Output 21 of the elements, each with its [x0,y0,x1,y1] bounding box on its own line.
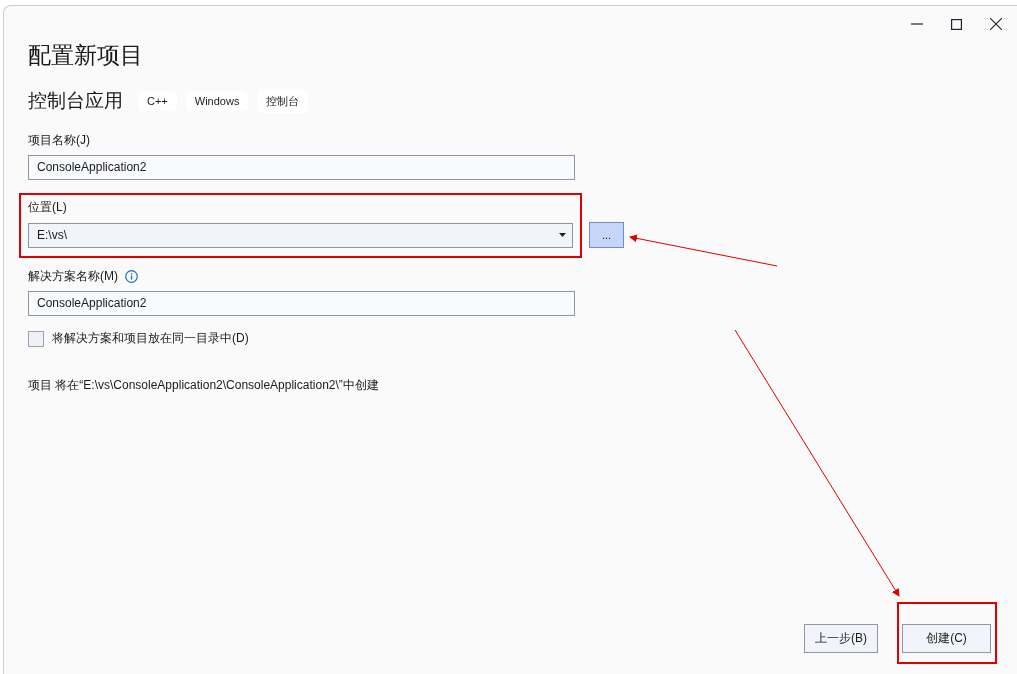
checkbox-label: 将解决方案和项目放在同一目录中(D) [52,330,249,347]
summary-text: 项目 将在“E:\vs\ConsoleApplication2\ConsoleApplication2\”中创建 [28,377,380,394]
back-button[interactable]: 上一步(B) [804,624,878,653]
dialog-title: 配置新项目 [28,41,144,70]
checkbox[interactable] [28,330,44,347]
tag: 控制台 [257,89,309,113]
create-button[interactable]: 创建(C) [902,624,991,653]
input-field[interactable]: ConsoleApplication2 [28,155,575,180]
field-label: 解决方案名称(M) [28,268,118,285]
info-icon[interactable] [125,270,138,283]
maximize-icon[interactable] [951,18,962,30]
field-label: 位置(L) [28,199,67,216]
input-field[interactable]: ConsoleApplication2 [28,291,575,316]
close-icon[interactable] [990,18,1002,30]
field-label: 项目名称(J) [28,132,90,149]
template-name: 控制台应用 [28,89,123,113]
location-dropdown[interactable]: E:\vs\ [28,222,573,248]
browse-button[interactable]: ... [589,222,624,248]
caret-icon [559,233,566,237]
tag: Windows [185,91,249,111]
tag: C++ [138,91,177,111]
